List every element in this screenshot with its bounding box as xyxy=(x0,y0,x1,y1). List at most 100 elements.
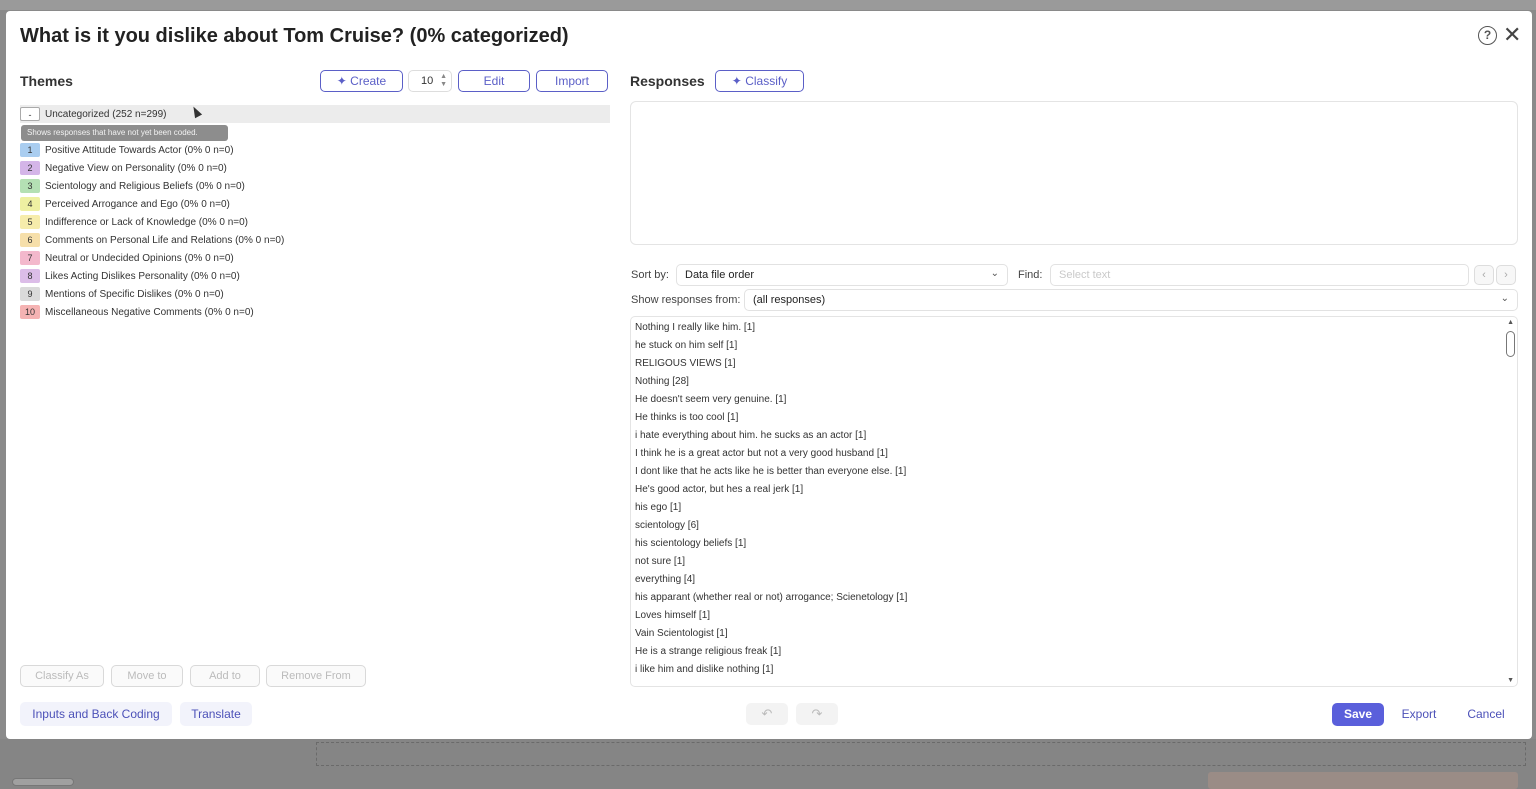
inputs-back-coding-button[interactable]: Inputs and Back Coding xyxy=(20,702,172,726)
response-item[interactable]: Vain Scientologist [1] xyxy=(635,625,1495,643)
theme-item[interactable]: 3 Scientology and Religious Beliefs (0% 0… xyxy=(20,177,610,195)
response-item[interactable]: scientology [6] xyxy=(635,517,1495,535)
theme-number-badge: 6 xyxy=(20,233,40,247)
save-button[interactable]: Save xyxy=(1332,703,1384,726)
response-item[interactable]: he stuck on him self [1] xyxy=(635,337,1495,355)
response-list[interactable]: Nothing I really like him. [1] he stuck o… xyxy=(630,316,1518,687)
theme-number-badge: 8 xyxy=(20,269,40,283)
sort-by-select[interactable]: Data file order ⌄ xyxy=(676,264,1008,286)
tooltip: Shows responses that have not yet been c… xyxy=(21,125,228,141)
themes-heading: Themes xyxy=(20,73,73,89)
response-item[interactable]: He's good actor, but hes a real jerk [1] xyxy=(635,481,1495,499)
theme-label: Uncategorized (252 n=299) xyxy=(45,108,167,120)
show-from-select[interactable]: (all responses) ⌄ xyxy=(744,289,1518,311)
import-button[interactable]: Import xyxy=(536,70,608,92)
response-item[interactable]: I dont like that he acts like he is bett… xyxy=(635,463,1495,481)
response-item[interactable]: He doesn't seem very genuine. [1] xyxy=(635,391,1495,409)
theme-number-badge: 7 xyxy=(20,251,40,265)
classify-label: Classify xyxy=(745,74,788,88)
response-item[interactable]: i like him and dislike nothing [1] xyxy=(635,661,1495,679)
help-icon[interactable]: ? xyxy=(1478,26,1497,45)
response-item[interactable]: He is a strange religious freak [1] xyxy=(635,643,1495,661)
response-item[interactable]: everything [4] xyxy=(635,571,1495,589)
theme-item[interactable]: 2 Negative View on Personality (0% 0 n=0) xyxy=(20,159,610,177)
theme-label: Scientology and Religious Beliefs (0% 0 … xyxy=(45,180,245,192)
theme-label: Mentions of Specific Dislikes (0% 0 n=0) xyxy=(45,288,224,300)
export-button[interactable]: Export xyxy=(1390,703,1448,726)
response-item[interactable]: Nothing I really like him. [1] xyxy=(635,319,1495,337)
show-from-value: (all responses) xyxy=(753,294,826,306)
background-banner xyxy=(1208,772,1518,789)
move-to-button[interactable]: Move to xyxy=(111,665,183,687)
remove-from-button[interactable]: Remove From xyxy=(266,665,366,687)
response-item[interactable]: not sure [1] xyxy=(635,553,1495,571)
stepper-arrows-icon[interactable]: ▲ ▼ xyxy=(440,73,447,89)
response-item[interactable]: his scientology beliefs [1] xyxy=(635,535,1495,553)
sparkle-icon: ✦ xyxy=(336,74,351,88)
dialog-title: What is it you dislike about Tom Cruise?… xyxy=(20,25,569,47)
response-item[interactable]: I think he is a great actor but not a ve… xyxy=(635,445,1495,463)
theme-item[interactable]: 6 Comments on Personal Life and Relations… xyxy=(20,231,610,249)
response-item[interactable]: i hate everything about him. he sucks as… xyxy=(635,427,1495,445)
theme-item[interactable]: 10 Miscellaneous Negative Comments (0% 0 … xyxy=(20,303,610,321)
find-next-icon[interactable]: › xyxy=(1496,265,1516,285)
undo-icon[interactable]: ↶ xyxy=(746,703,788,725)
create-label: Create xyxy=(350,74,387,88)
response-item[interactable]: RELIGOUS VIEWS [1] xyxy=(635,355,1495,373)
close-icon[interactable]: ✕ xyxy=(1503,23,1521,47)
theme-uncategorized[interactable]: - Uncategorized (252 n=299) xyxy=(20,105,610,123)
create-theme-button[interactable]: ✦ Create xyxy=(320,70,403,92)
theme-count-stepper[interactable]: 10 ▲ ▼ xyxy=(408,70,452,92)
scroll-up-icon[interactable]: ▲ xyxy=(1507,319,1514,326)
theme-item[interactable]: 8 Likes Acting Dislikes Personality (0% 0… xyxy=(20,267,610,285)
theme-number-badge: 2 xyxy=(20,161,40,175)
classify-button[interactable]: ✦ Classify xyxy=(715,70,804,92)
response-item[interactable]: Loves himself [1] xyxy=(635,607,1495,625)
find-prev-icon[interactable]: ‹ xyxy=(1474,265,1494,285)
sparkle-icon: ✦ xyxy=(731,74,746,88)
theme-label: Miscellaneous Negative Comments (0% 0 n=… xyxy=(45,306,254,318)
scroll-down-icon[interactable]: ▼ xyxy=(1507,677,1514,684)
chevron-down-icon: ⌄ xyxy=(990,268,999,279)
response-item[interactable]: Nothing [28] xyxy=(635,373,1495,391)
theme-label: Perceived Arrogance and Ego (0% 0 n=0) xyxy=(45,198,230,210)
edit-button[interactable]: Edit xyxy=(458,70,530,92)
theme-number-badge: 10 xyxy=(20,305,40,319)
theme-label: Indifference or Lack of Knowledge (0% 0 … xyxy=(45,216,248,228)
translate-button[interactable]: Translate xyxy=(180,702,252,726)
theme-item[interactable]: 9 Mentions of Specific Dislikes (0% 0 n=0… xyxy=(20,285,610,303)
redo-icon[interactable]: ↷ xyxy=(796,703,838,725)
theme-label: Comments on Personal Life and Relations … xyxy=(45,234,285,246)
sort-by-label: Sort by: xyxy=(631,269,669,281)
theme-label: Likes Acting Dislikes Personality (0% 0 … xyxy=(45,270,240,282)
response-item[interactable]: his ego [1] xyxy=(635,499,1495,517)
response-item[interactable]: He thinks is too cool [1] xyxy=(635,409,1495,427)
theme-label: Positive Attitude Towards Actor (0% 0 n=… xyxy=(45,144,234,156)
theme-number-badge: 9 xyxy=(20,287,40,301)
background-drop-zone xyxy=(316,742,1526,766)
theme-item[interactable]: 7 Neutral or Undecided Opinions (0% 0 n=0… xyxy=(20,249,610,267)
chevron-down-icon: ⌄ xyxy=(1500,293,1509,304)
find-label: Find: xyxy=(1018,269,1043,281)
theme-number-badge: 3 xyxy=(20,179,40,193)
find-input[interactable] xyxy=(1050,264,1469,286)
theme-count-value: 10 xyxy=(421,75,434,87)
background-header xyxy=(0,0,1536,10)
sort-by-value: Data file order xyxy=(685,269,755,281)
scrollbar-thumb[interactable] xyxy=(1506,331,1515,357)
theme-label: Negative View on Personality (0% 0 n=0) xyxy=(45,162,227,174)
response-item[interactable]: his apparant (whether real or not) arrog… xyxy=(635,589,1495,607)
theme-item[interactable]: 5 Indifference or Lack of Knowledge (0% 0… xyxy=(20,213,610,231)
theme-number-badge: 4 xyxy=(20,197,40,211)
show-from-label: Show responses from: xyxy=(631,294,741,306)
theme-item[interactable]: 1 Positive Attitude Towards Actor (0% 0 n… xyxy=(20,141,610,159)
classify-as-button[interactable]: Classify As xyxy=(20,665,104,687)
response-detail-area[interactable] xyxy=(630,101,1518,245)
theme-number-badge: 1 xyxy=(20,143,40,157)
cancel-button[interactable]: Cancel xyxy=(1456,703,1516,726)
theme-item[interactable]: 4 Perceived Arrogance and Ego (0% 0 n=0) xyxy=(20,195,610,213)
responses-heading: Responses xyxy=(630,73,705,89)
collapse-icon[interactable]: - xyxy=(20,107,40,121)
add-to-button[interactable]: Add to xyxy=(190,665,260,687)
coding-dialog: What is it you dislike about Tom Cruise?… xyxy=(6,11,1532,739)
